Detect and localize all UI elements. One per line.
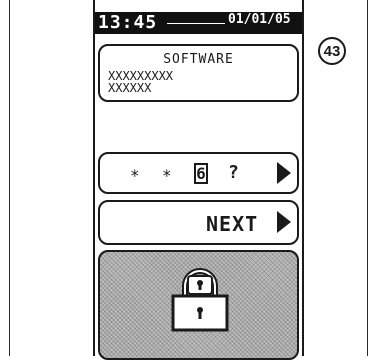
next-arrow-icon — [277, 211, 291, 233]
padlock-icon — [171, 268, 229, 332]
code-char-2: * — [162, 166, 172, 185]
page-border-left — [9, 0, 10, 356]
status-separator — [167, 23, 225, 24]
next-button-label: NEXT — [206, 212, 259, 236]
figure-number-badge: 43 — [318, 37, 346, 65]
status-time: 13:45 — [98, 12, 158, 33]
software-info-panel: SOFTWARE XXXXXXXXX XXXXXX — [98, 44, 299, 102]
device-screen: 13:45 01/01/05 SOFTWARE XXXXXXXXX XXXXXX… — [93, 0, 304, 360]
code-char-1: * — [130, 166, 140, 185]
software-title: SOFTWARE — [163, 52, 234, 67]
page-border-right — [367, 0, 368, 356]
status-date: 01/01/05 — [228, 12, 291, 27]
code-char-4: ? — [228, 162, 239, 183]
next-button[interactable]: NEXT — [98, 200, 299, 245]
lock-button[interactable] — [98, 250, 299, 360]
code-entry-panel[interactable]: * * 6 ? — [98, 152, 299, 194]
code-current-digit[interactable]: 6 — [194, 163, 208, 184]
software-version-line-2: XXXXXX — [108, 81, 152, 95]
right-arrow-icon[interactable] — [277, 162, 291, 184]
status-bar: 13:45 01/01/05 — [95, 12, 302, 34]
